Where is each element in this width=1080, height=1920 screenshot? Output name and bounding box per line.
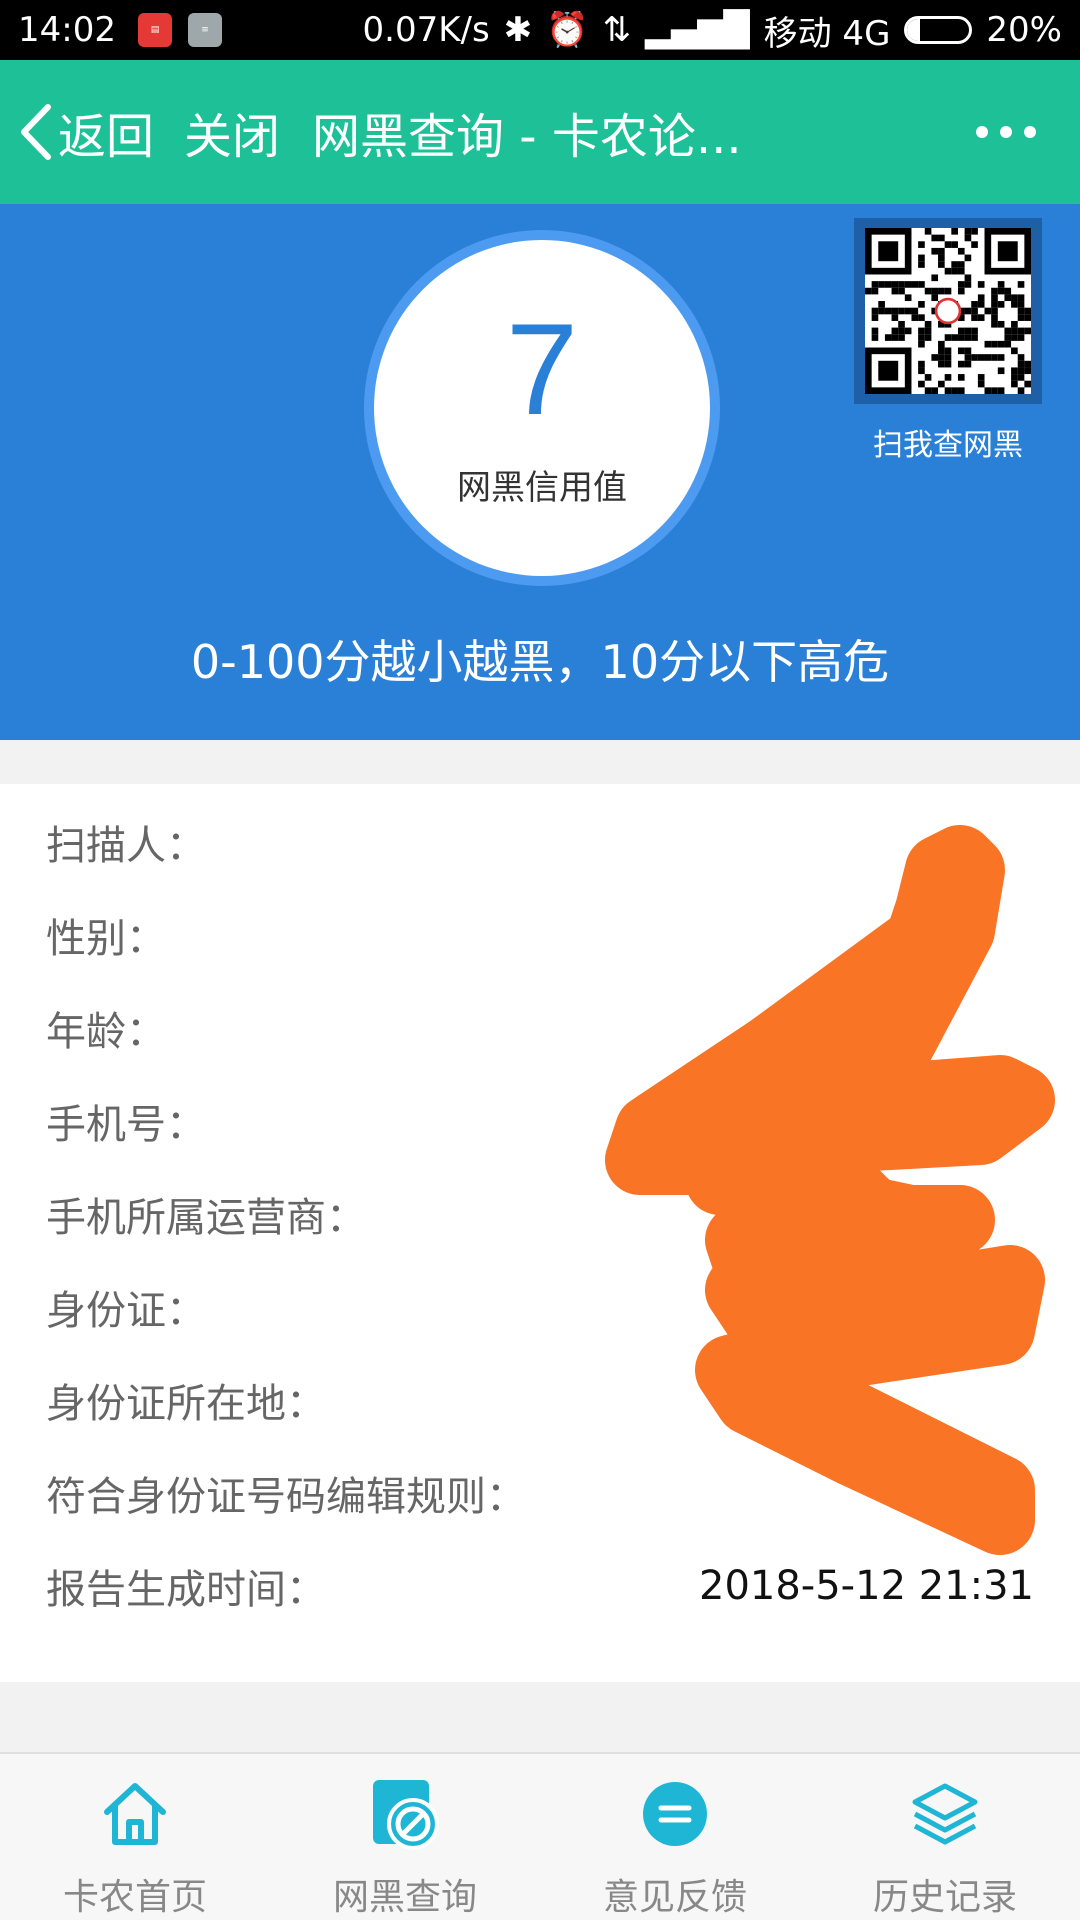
- dot-icon: [1000, 126, 1012, 138]
- info-label: 扫描人：: [46, 823, 206, 869]
- back-button[interactable]: 返回: [18, 97, 154, 167]
- credit-score-label: 网黑信用值: [457, 468, 627, 508]
- status-time: 14:02: [18, 10, 116, 50]
- status-bar: 14:02 ▤ ≡ 0.07K/s ✱ ⏰ ⇅ ▂▄▆█ 移动 4G 20%: [0, 0, 1080, 60]
- alarm-icon: ⏰: [546, 10, 589, 50]
- status-right: 0.07K/s ✱ ⏰ ⇅ ▂▄▆█ 移动 4G 20%: [363, 6, 1062, 55]
- data-transfer-icon: ⇅: [602, 10, 632, 50]
- tab-label: 历史记录: [872, 1877, 1017, 1918]
- chevron-left-icon: [21, 104, 51, 160]
- credit-score: 7: [505, 296, 579, 442]
- info-label: 身份证所在地：: [46, 1381, 326, 1427]
- tab-label: 卡农首页: [62, 1877, 207, 1918]
- qr-code-icon: [865, 228, 1031, 394]
- tab-history[interactable]: 历史记录: [810, 1754, 1080, 1920]
- query-icon: [365, 1774, 445, 1854]
- layers-icon: [905, 1774, 985, 1854]
- info-label: 手机所属运营商：: [46, 1195, 366, 1241]
- more-menu-button[interactable]: [976, 126, 1036, 138]
- info-label: 年龄：: [46, 1009, 166, 1055]
- home-icon: [95, 1774, 175, 1854]
- score-ring: 7 网黑信用值: [364, 230, 720, 586]
- dot-icon: [976, 126, 988, 138]
- qr-code[interactable]: [854, 218, 1042, 404]
- info-label: 身份证：: [46, 1288, 206, 1334]
- back-label: 返回: [58, 109, 155, 165]
- bluetooth-icon: ✱: [503, 10, 533, 50]
- tab-label: 意见反馈: [602, 1877, 747, 1918]
- feedback-icon: [635, 1774, 715, 1854]
- tab-bar: 卡农首页 网黑查询 意见反馈 历史记录: [0, 1752, 1080, 1920]
- page-title: 网黑查询 - 卡农论...: [312, 109, 742, 165]
- network-speed: 0.07K/s: [362, 10, 490, 50]
- signal-icon: ▂▄▆█: [645, 10, 750, 50]
- score-panel: 7 网黑信用值 扫我查网黑 0-100分越小越黑，10分以下高危: [0, 204, 1080, 740]
- carrier-label: 移动 4G: [763, 13, 891, 54]
- tab-feedback[interactable]: 意见反馈: [540, 1754, 810, 1920]
- tab-label: 网黑查询: [332, 1877, 477, 1918]
- score-note: 0-100分越小越黑，10分以下高危: [190, 635, 890, 689]
- qr-label: 扫我查网黑: [873, 428, 1023, 463]
- close-button[interactable]: 关闭: [184, 97, 280, 167]
- dot-icon: [1024, 126, 1036, 138]
- info-label: 性别：: [46, 916, 166, 962]
- tab-query[interactable]: 网黑查询: [270, 1754, 540, 1920]
- info-label: 手机号：: [46, 1102, 206, 1148]
- battery-icon: [904, 16, 973, 44]
- battery-percent: 20%: [986, 10, 1062, 50]
- tab-home[interactable]: 卡农首页: [0, 1754, 270, 1920]
- info-label: 符合身份证号码编辑规则：: [46, 1474, 526, 1520]
- app-notification-icon: ▤: [137, 13, 172, 47]
- info-label: 报告生成时间：: [46, 1567, 326, 1613]
- redaction-scribble: [605, 825, 1055, 1555]
- nav-bar: 返回 关闭 网黑查询 - 卡农论...: [0, 60, 1080, 204]
- message-notification-icon: ≡: [187, 13, 222, 47]
- score-circle: 7 网黑信用值: [374, 240, 710, 576]
